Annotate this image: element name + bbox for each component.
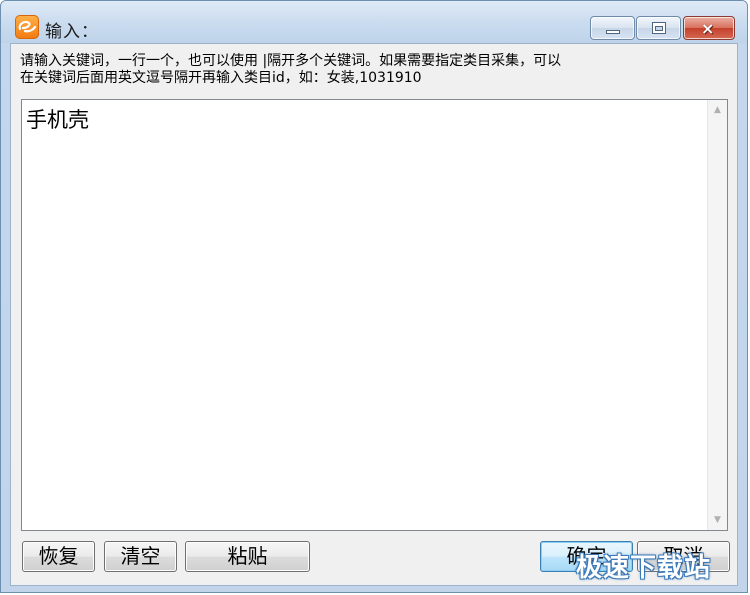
instruction-text: 请输入关键词，一行一个，也可以使用 |隔开多个关键词。如果需要指定类目采集，可以… — [20, 53, 562, 86]
site-watermark: 极速下载站 — [576, 553, 712, 583]
keywords-textarea[interactable]: 手机壳 — [24, 102, 704, 528]
scroll-up-arrow-icon[interactable]: ▲ — [708, 100, 727, 120]
scroll-down-arrow-icon[interactable]: ▼ — [708, 510, 727, 530]
maximize-icon — [652, 22, 666, 34]
vertical-scrollbar[interactable]: ▲ ▼ — [707, 100, 727, 530]
maximize-button[interactable] — [636, 16, 681, 40]
paste-button[interactable]: 粘贴 — [185, 541, 310, 572]
window-title: 输入： — [45, 22, 99, 42]
clear-button[interactable]: 清空 — [104, 541, 177, 572]
minimize-button[interactable] — [590, 16, 635, 40]
close-icon: × — [701, 19, 715, 38]
restore-button[interactable]: 恢复 — [22, 541, 95, 572]
alibaba-logo-icon — [15, 15, 39, 39]
title-bar[interactable]: 输入： × — [1, 1, 747, 43]
input-dialog-window: 输入： × 请输入关键词，一行一个，也可以使用 |隔开多个关键词。如果需要指定类… — [0, 0, 748, 593]
keywords-textarea-frame: 手机壳 ▲ ▼ — [21, 99, 728, 531]
minimize-icon — [606, 30, 620, 34]
dialog-body: 请输入关键词，一行一个，也可以使用 |隔开多个关键词。如果需要指定类目采集，可以… — [10, 43, 738, 586]
close-button[interactable]: × — [683, 16, 735, 40]
